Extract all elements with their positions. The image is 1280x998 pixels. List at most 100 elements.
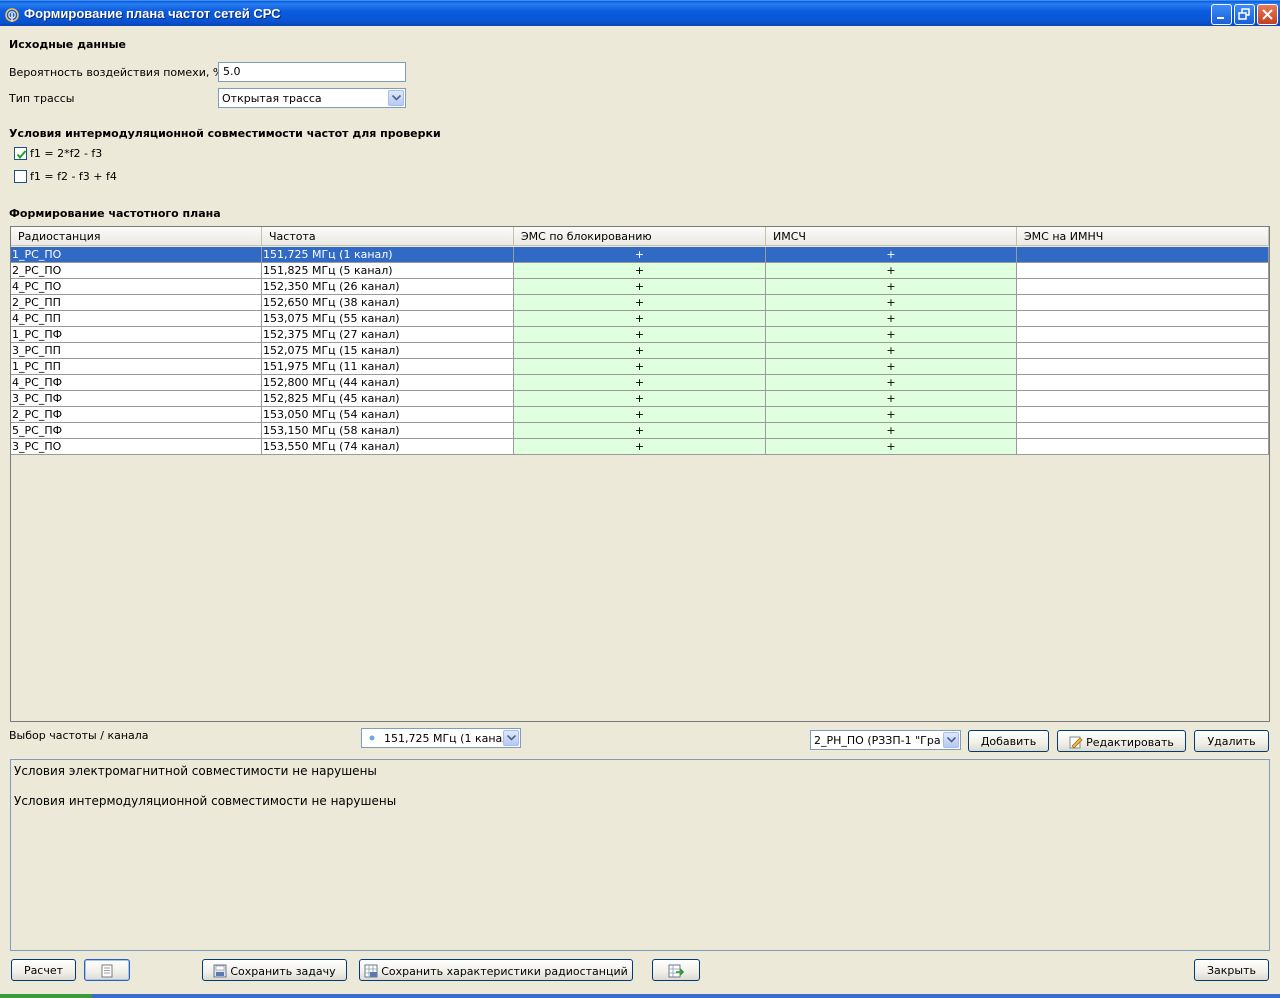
cell-imsch[interactable]: + <box>766 327 1017 343</box>
chevron-down-icon[interactable] <box>943 732 959 748</box>
delete-button[interactable]: Удалить <box>1194 730 1269 752</box>
chevron-down-icon[interactable] <box>388 90 404 106</box>
table-row[interactable]: 3_РС_ПО 153,550 МГц (74 канал) + + <box>11 439 1269 455</box>
cell-ems-imnch[interactable] <box>1017 439 1269 455</box>
cell-ems-blocking[interactable]: + <box>514 343 766 359</box>
restore-button[interactable] <box>1234 4 1255 25</box>
calculate-button[interactable]: Расчет <box>11 959 76 981</box>
cell-station[interactable]: 1_РС_ПФ <box>11 327 262 343</box>
cell-station[interactable]: 3_РС_ПФ <box>11 391 262 407</box>
chevron-down-icon[interactable] <box>503 730 519 746</box>
cell-ems-blocking[interactable]: + <box>514 247 766 263</box>
cell-ems-imnch[interactable] <box>1017 423 1269 439</box>
cell-ems-imnch[interactable] <box>1017 279 1269 295</box>
table-row[interactable]: 2_РС_ПФ 153,050 МГц (54 канал) + + <box>11 407 1269 423</box>
cell-station[interactable]: 5_РС_ПФ <box>11 423 262 439</box>
cell-ems-blocking[interactable]: + <box>514 423 766 439</box>
cell-ems-blocking[interactable]: + <box>514 359 766 375</box>
cell-ems-imnch[interactable] <box>1017 311 1269 327</box>
cell-frequency[interactable]: 152,075 МГц (15 канал) <box>262 343 514 359</box>
cell-ems-imnch[interactable] <box>1017 295 1269 311</box>
cell-frequency[interactable]: 153,075 МГц (55 канал) <box>262 311 514 327</box>
cell-station[interactable]: 2_РС_ПП <box>11 295 262 311</box>
station-select[interactable]: 2_РН_ПО (РЗЗП-1 "Гра... <box>810 730 961 750</box>
cell-station[interactable]: 4_РС_ПО <box>11 279 262 295</box>
table-row[interactable]: 2_РС_ПП 152,650 МГц (38 канал) + + <box>11 295 1269 311</box>
cell-ems-blocking[interactable]: + <box>514 279 766 295</box>
table-row[interactable]: 2_РС_ПО 151,825 МГц (5 канал) + + <box>11 263 1269 279</box>
edit-button[interactable]: Редактировать <box>1057 730 1186 752</box>
cell-ems-blocking[interactable]: + <box>514 439 766 455</box>
cell-ems-blocking[interactable]: + <box>514 295 766 311</box>
cell-ems-blocking[interactable]: + <box>514 375 766 391</box>
cell-station[interactable]: 4_РС_ПП <box>11 311 262 327</box>
minimize-button[interactable] <box>1211 4 1232 25</box>
cell-frequency[interactable]: 151,825 МГц (5 канал) <box>262 263 514 279</box>
cell-ems-blocking[interactable]: + <box>514 407 766 423</box>
cell-station[interactable]: 3_РС_ПП <box>11 343 262 359</box>
save-station-characteristics-button[interactable]: Сохранить характеристики радиостанций <box>359 959 633 981</box>
cell-ems-blocking[interactable]: + <box>514 263 766 279</box>
cell-imsch[interactable]: + <box>766 343 1017 359</box>
cell-frequency[interactable]: 152,350 МГц (26 канал) <box>262 279 514 295</box>
table-row[interactable]: 1_РС_ПП 151,975 МГц (11 канал) + + <box>11 359 1269 375</box>
cell-ems-blocking[interactable]: + <box>514 311 766 327</box>
cell-station[interactable]: 2_РС_ПО <box>11 263 262 279</box>
cell-frequency[interactable]: 151,725 МГц (1 канал) <box>262 247 514 263</box>
table-row[interactable]: 4_РС_ПО 152,350 МГц (26 канал) + + <box>11 279 1269 295</box>
column-header-frequency[interactable]: Частота <box>262 227 514 246</box>
column-header-ems-imnch[interactable]: ЭМС на ИМНЧ <box>1017 227 1269 246</box>
cell-imsch[interactable]: + <box>766 407 1017 423</box>
table-row[interactable]: 1_РС_ПФ 152,375 МГц (27 канал) + + <box>11 327 1269 343</box>
cell-frequency[interactable]: 153,050 МГц (54 канал) <box>262 407 514 423</box>
save-task-button[interactable]: Сохранить задачу <box>202 959 347 981</box>
cell-ems-imnch[interactable] <box>1017 247 1269 263</box>
close-window-button[interactable] <box>1257 4 1278 25</box>
table-row[interactable]: 3_РС_ПП 152,075 МГц (15 канал) + + <box>11 343 1269 359</box>
cell-ems-imnch[interactable] <box>1017 391 1269 407</box>
route-type-select[interactable]: Открытая трасса <box>218 88 406 108</box>
table-row[interactable]: 4_РС_ПП 153,075 МГц (55 канал) + + <box>11 311 1269 327</box>
cell-ems-blocking[interactable]: + <box>514 391 766 407</box>
cell-frequency[interactable]: 153,550 МГц (74 канал) <box>262 439 514 455</box>
cell-station[interactable]: 1_РС_ПО <box>11 247 262 263</box>
cell-frequency[interactable]: 152,375 МГц (27 канал) <box>262 327 514 343</box>
cell-frequency[interactable]: 152,800 МГц (44 канал) <box>262 375 514 391</box>
cell-imsch[interactable]: + <box>766 375 1017 391</box>
column-header-imsch[interactable]: ИМСЧ <box>766 227 1017 246</box>
cell-ems-imnch[interactable] <box>1017 263 1269 279</box>
report-button[interactable] <box>84 959 130 981</box>
cell-imsch[interactable]: + <box>766 311 1017 327</box>
table-row[interactable]: 4_РС_ПФ 152,800 МГц (44 канал) + + <box>11 375 1269 391</box>
cell-imsch[interactable]: + <box>766 391 1017 407</box>
cell-imsch[interactable]: + <box>766 263 1017 279</box>
cell-ems-imnch[interactable] <box>1017 359 1269 375</box>
export-button[interactable] <box>652 959 700 981</box>
cell-station[interactable]: 2_РС_ПФ <box>11 407 262 423</box>
cell-station[interactable]: 1_РС_ПП <box>11 359 262 375</box>
intermod-checkbox-1[interactable] <box>14 147 27 160</box>
cell-ems-blocking[interactable]: + <box>514 327 766 343</box>
column-header-ems-blocking[interactable]: ЭМС по блокированию <box>514 227 766 246</box>
cell-station[interactable]: 3_РС_ПО <box>11 439 262 455</box>
cell-ems-imnch[interactable] <box>1017 327 1269 343</box>
cell-imsch[interactable]: + <box>766 359 1017 375</box>
cell-frequency[interactable]: 153,150 МГц (58 канал) <box>262 423 514 439</box>
table-row[interactable]: 3_РС_ПФ 152,825 МГц (45 канал) + + <box>11 391 1269 407</box>
cell-frequency[interactable]: 152,650 МГц (38 канал) <box>262 295 514 311</box>
table-row[interactable]: 5_РС_ПФ 153,150 МГц (58 канал) + + <box>11 423 1269 439</box>
table-row[interactable]: 1_РС_ПО 151,725 МГц (1 канал) + + <box>11 247 1269 263</box>
add-button[interactable]: Добавить <box>968 730 1049 752</box>
frequency-plan-table[interactable]: Радиостанция Частота ЭМС по блокированию… <box>10 226 1270 722</box>
cell-imsch[interactable]: + <box>766 247 1017 263</box>
cell-imsch[interactable]: + <box>766 423 1017 439</box>
probability-input[interactable]: 5.0 <box>218 62 406 82</box>
cell-ems-imnch[interactable] <box>1017 343 1269 359</box>
frequency-channel-select[interactable]: 151,725 МГц (1 канал) <box>361 728 521 748</box>
cell-frequency[interactable]: 151,975 МГц (11 канал) <box>262 359 514 375</box>
intermod-checkbox-2[interactable] <box>14 170 27 183</box>
cell-frequency[interactable]: 152,825 МГц (45 канал) <box>262 391 514 407</box>
column-header-station[interactable]: Радиостанция <box>11 227 262 246</box>
cell-ems-imnch[interactable] <box>1017 375 1269 391</box>
cell-station[interactable]: 4_РС_ПФ <box>11 375 262 391</box>
